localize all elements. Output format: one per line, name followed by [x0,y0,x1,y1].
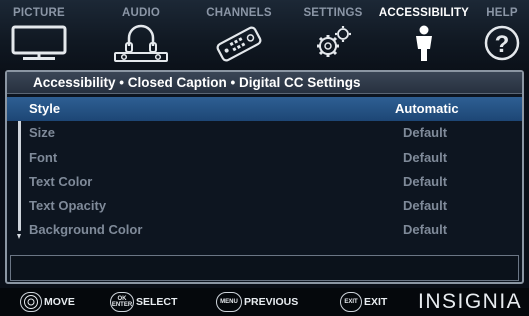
setting-row-style[interactable]: Style Automatic [7,97,522,122]
setting-label: Text Color [29,173,93,189]
hint-select-label: SELECT [136,296,178,308]
hint-select: OK ENTER SELECT [110,292,177,312]
breadcrumb: Accessibility • Closed Caption • Digital… [7,72,522,94]
setting-row-font[interactable]: Font Default [7,146,522,170]
hint-exit-label: EXIT [364,296,388,308]
remote-icon [210,22,268,67]
dpad-icon [20,292,42,312]
tab-settings-label: SETTINGS [303,7,363,19]
setting-label: Font [29,149,58,165]
tab-audio-label: AUDIO [121,7,161,19]
tab-accessibility[interactable]: ACCESSIBILITY [372,0,476,70]
setting-value: Default [403,125,448,141]
top-menu: PICTURE AUDIO CHANNELS SETTINGS ACCESSIB… [0,0,529,70]
tab-help[interactable]: HELP ? [478,0,526,70]
setting-row-background-color[interactable]: Background Color Default [7,218,522,242]
setting-value: Default [403,149,448,165]
hint-previous-label: PREVIOUS [244,296,299,308]
setting-value: Default [403,222,448,238]
setting-label: Text Opacity [29,198,107,214]
setting-value: Default [403,198,448,214]
settings-list: Style Automatic Size Default Font Defaul… [7,97,522,243]
tv-icon [10,22,68,67]
menu-button-icon: MENU [216,292,242,312]
setting-row-text-color[interactable]: Text Color Default [7,170,522,194]
tab-settings[interactable]: SETTINGS [296,0,370,70]
tab-help-label: HELP [486,7,518,19]
setting-label: Style [29,101,61,116]
headphones-icon [112,22,170,67]
setting-row-size[interactable]: Size Default [7,121,522,145]
hint-exit: EXIT EXIT [340,292,387,312]
setting-label: Size [29,125,56,141]
setting-row-text-opacity[interactable]: Text Opacity Default [7,194,522,218]
person-icon [404,22,444,67]
description-box [10,255,519,281]
hint-move-label: MOVE [44,296,75,308]
hint-bar: MOVE OK ENTER SELECT MENU PREVIOUS EXIT … [0,288,529,316]
tab-picture-label: PICTURE [13,7,65,19]
setting-label: Background Color [29,222,143,238]
tab-audio[interactable]: AUDIO [110,0,172,70]
hint-previous: MENU PREVIOUS [216,292,298,312]
tab-channels[interactable]: CHANNELS [199,0,279,70]
settings-panel: Accessibility • Closed Caption • Digital… [5,70,524,284]
setting-value: Automatic [395,101,459,116]
exit-button-icon: EXIT [340,292,362,312]
gears-icon [304,22,362,67]
setting-value: Default [403,173,448,189]
tab-picture[interactable]: PICTURE [8,0,70,70]
question-icon: ? [482,22,522,67]
tab-accessibility-label: ACCESSIBILITY [378,7,470,19]
brand-logo: INSIGNIA [418,290,523,313]
ok-enter-button-icon: OK ENTER [110,292,134,312]
tab-channels-label: CHANNELS [206,7,272,19]
svg-text:?: ? [495,31,510,58]
hint-move: MOVE [20,292,75,312]
